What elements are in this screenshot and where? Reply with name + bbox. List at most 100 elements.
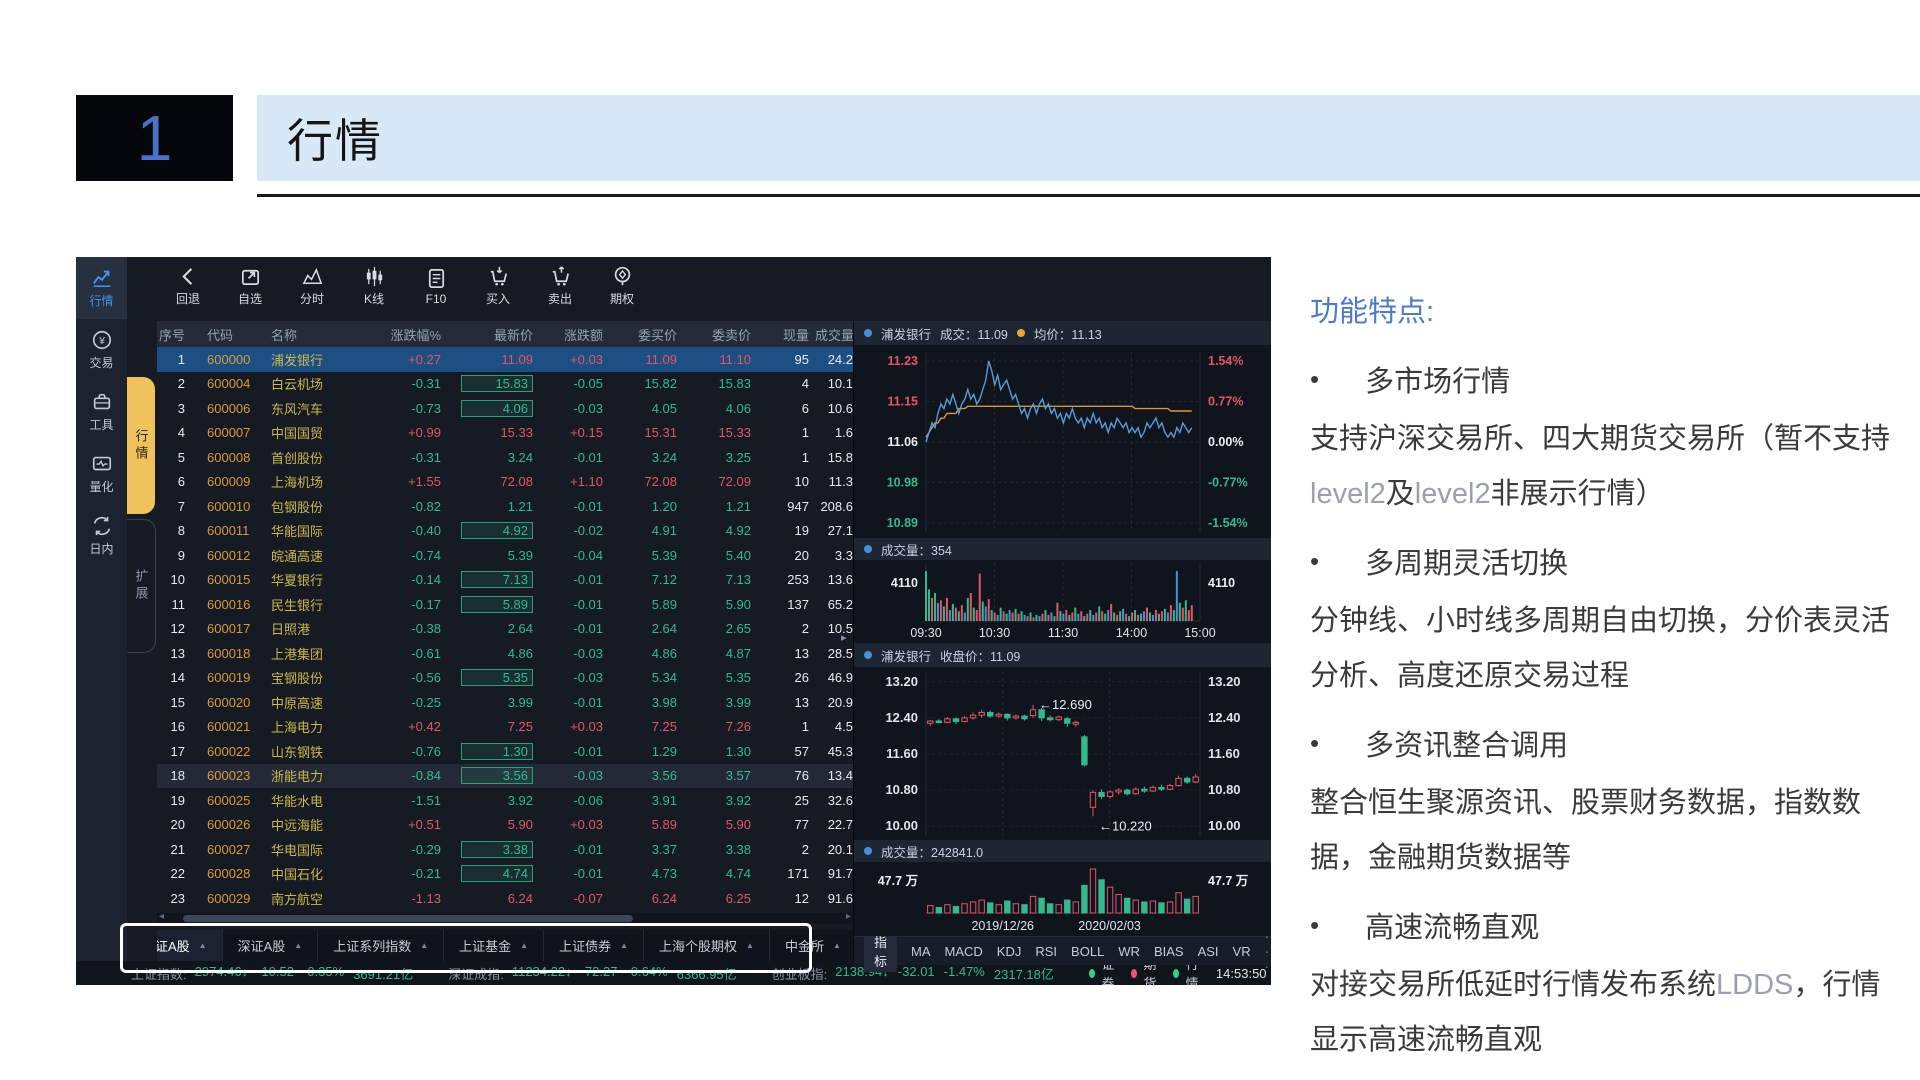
scrollbar-thumb[interactable] <box>183 915 633 922</box>
toolbar-回退-button[interactable]: 回退 <box>157 265 219 307</box>
table-cell: 11.09 <box>611 352 685 367</box>
table-row[interactable]: 6600009上海机场+1.5572.08+1.1072.0872.091011… <box>157 470 853 495</box>
table-cell: 3.91 <box>611 793 685 808</box>
market-tab-上证债券[interactable]: 上证债券▲ <box>544 930 644 961</box>
column-header[interactable]: 成交量 <box>815 325 853 344</box>
toolbar-K线-button[interactable]: K线 <box>343 265 405 307</box>
svg-text:13.20: 13.20 <box>885 674 918 689</box>
table-row[interactable]: 12600017日照港-0.382.64-0.012.642.65210.5 <box>157 617 853 642</box>
indicator-tab-active[interactable]: 指标 <box>864 930 897 972</box>
sidebar-item-交易[interactable]: ¥交易 <box>76 319 127 381</box>
table-cell: 77 <box>759 817 815 832</box>
indicator-tab-BIAS[interactable]: BIAS <box>1154 944 1184 959</box>
table-row[interactable]: 21600027华电国际-0.293.38-0.013.373.38220.1 <box>157 837 853 862</box>
column-header[interactable]: 序号 <box>157 325 197 344</box>
clock: 14:53:50 <box>1216 966 1267 981</box>
table-cell: 7 <box>157 499 197 514</box>
table-cell: 15.33 <box>455 425 539 440</box>
scroll-left-arrow[interactable]: ◂ <box>159 911 164 922</box>
table-row[interactable]: 16600021上海电力+0.427.25+0.037.257.2614.5 <box>157 715 853 740</box>
table-cell: 171 <box>759 866 815 881</box>
side-tab-quote[interactable]: 行情 <box>127 377 155 514</box>
panel-splitter-arrow[interactable]: ▸ <box>841 631 847 644</box>
column-header[interactable]: 现量 <box>759 325 815 344</box>
sidebar-item-量化[interactable]: 量化 <box>76 443 127 505</box>
indicator-tab-VR[interactable]: VR <box>1233 944 1251 959</box>
indicator-tab-ASI[interactable]: ASI <box>1198 944 1219 959</box>
toolbar-分时-button[interactable]: 分时 <box>281 265 343 307</box>
indicator-tab-WR[interactable]: WR <box>1118 944 1140 959</box>
sidebar-item-行情[interactable]: 行情 <box>76 257 127 319</box>
table-row[interactable]: 19600025华能水电-1.513.92-0.063.913.922532.6 <box>157 788 853 813</box>
table-cell: 山东钢铁 <box>271 742 367 761</box>
table-row[interactable]: 15600020中原高速-0.253.99-0.013.983.991320.9 <box>157 690 853 715</box>
table-row[interactable]: 18600023浙能电力-0.843.56-0.033.563.577613.4 <box>157 764 853 789</box>
table-row[interactable]: 13600018上港集团-0.614.86-0.034.864.871328.5 <box>157 641 853 666</box>
indicator-tab-BOLL[interactable]: BOLL <box>1071 944 1104 959</box>
table-cell: 10.6 <box>815 401 853 416</box>
table-row[interactable]: 14600019宝钢股份-0.565.35-0.035.345.352646.9 <box>157 666 853 691</box>
table-cell: 65.2 <box>815 597 853 612</box>
table-row[interactable]: 11600016民生银行-0.175.89-0.015.895.9013765.… <box>157 592 853 617</box>
quant-icon <box>91 453 113 475</box>
table-row[interactable]: 22600028中国石化-0.214.74-0.014.734.7417191.… <box>157 862 853 887</box>
toolbar-自选-button[interactable]: 自选 <box>219 265 281 307</box>
table-row[interactable]: 4600007中国国贸+0.9915.33+0.1515.3115.3311.6 <box>157 421 853 446</box>
table-row[interactable]: 17600022山东钢铁-0.761.30-0.011.291.305745.3 <box>157 739 853 764</box>
column-header[interactable]: 涨跌额 <box>539 325 611 344</box>
table-row[interactable]: 3600006东风汽车-0.734.06-0.034.054.06610.6 <box>157 396 853 421</box>
column-header[interactable]: 名称 <box>271 325 367 344</box>
index-value: -1.47% <box>944 964 985 983</box>
market-tab-上证基金[interactable]: 上证基金▲ <box>444 930 544 961</box>
table-cell: +0.03 <box>539 817 611 832</box>
table-row[interactable]: 10600015华夏银行-0.147.13-0.017.127.1325313.… <box>157 568 853 593</box>
indicator-tab-RSI[interactable]: RSI <box>1035 944 1057 959</box>
table-row[interactable]: 9600012皖通高速-0.745.39-0.045.395.40203.3 <box>157 543 853 568</box>
table-cell: 3.56 <box>455 767 539 784</box>
table-cell: -0.03 <box>539 646 611 661</box>
table-cell: 137 <box>759 597 815 612</box>
svg-text:11.60: 11.60 <box>1208 746 1240 761</box>
sidebar-item-日内[interactable]: 日内 <box>76 505 127 567</box>
column-header[interactable]: 委买价 <box>611 325 685 344</box>
table-row[interactable]: 1600000浦发银行+0.2711.09+0.0311.0911.109524… <box>157 347 853 372</box>
market-tab-中金所[interactable]: 中金所▲ <box>770 930 853 961</box>
index-label: 深证成指: <box>448 964 504 983</box>
side-tab-extend[interactable]: 扩展 <box>127 519 156 653</box>
sidebar-item-工具[interactable]: 工具 <box>76 381 127 443</box>
table-cell: -0.02 <box>539 523 611 538</box>
column-header[interactable]: 最新价 <box>455 325 539 344</box>
chart-legend-text: 收盘价：11.09 <box>940 646 1020 665</box>
sidebar-item-label: 行情 <box>89 292 113 309</box>
market-tab-深证A股[interactable]: 深证A股▲ <box>223 930 319 961</box>
intraday-volume-chart: 41104110 <box>854 561 1271 625</box>
index-status-group: 深证成指:11234.22↓-72.27-0.64%6366.95亿 <box>448 964 745 983</box>
table-cell: 5.35 <box>455 669 539 686</box>
feature-heading: •多市场行情 <box>1310 358 1896 400</box>
table-row[interactable]: 20600026中远海能+0.515.90+0.035.895.907722.7 <box>157 813 853 838</box>
column-header[interactable]: 涨跌幅% <box>367 325 455 344</box>
svg-text:0.00%: 0.00% <box>1208 435 1243 449</box>
table-row[interactable]: 5600008首创股份-0.313.24-0.013.243.25115.8 <box>157 445 853 470</box>
table-row[interactable]: 8600011华能国际-0.404.92-0.024.914.921927.1 <box>157 519 853 544</box>
table-cell: -0.14 <box>367 572 455 587</box>
indicator-tab-MA[interactable]: MA <box>911 944 931 959</box>
table-row[interactable]: 23600029南方航空-1.136.24-0.076.246.251291.6 <box>157 886 853 911</box>
toolbar-F10-button[interactable]: F10 <box>405 267 467 306</box>
scroll-right-arrow[interactable]: ▸ <box>846 911 851 922</box>
sidebar-item-label: 工具 <box>89 416 113 433</box>
column-header[interactable]: 代码 <box>197 325 271 344</box>
horizontal-scrollbar[interactable]: ◂ ▸ <box>157 913 853 924</box>
indicator-tab-KDJ[interactable]: KDJ <box>997 944 1022 959</box>
table-cell: 7.12 <box>611 572 685 587</box>
toolbar-买入-button[interactable]: 买入 <box>467 265 529 307</box>
column-header[interactable]: 委卖价 <box>685 325 759 344</box>
indicator-tab-MACD[interactable]: MACD <box>945 944 983 959</box>
table-row[interactable]: 7600010包钢股份-0.821.21-0.011.201.21947208.… <box>157 494 853 519</box>
table-row[interactable]: 2600004白云机场-0.3115.83-0.0515.8215.83410.… <box>157 372 853 397</box>
toolbar-期权-button[interactable]: 期权 <box>591 265 653 307</box>
market-tab-上海个股期权[interactable]: 上海个股期权▲ <box>644 930 770 961</box>
table-cell: 20 <box>157 817 197 832</box>
market-tab-上证系列指数[interactable]: 上证系列指数▲ <box>318 930 444 961</box>
toolbar-卖出-button[interactable]: 卖出 <box>529 265 591 307</box>
